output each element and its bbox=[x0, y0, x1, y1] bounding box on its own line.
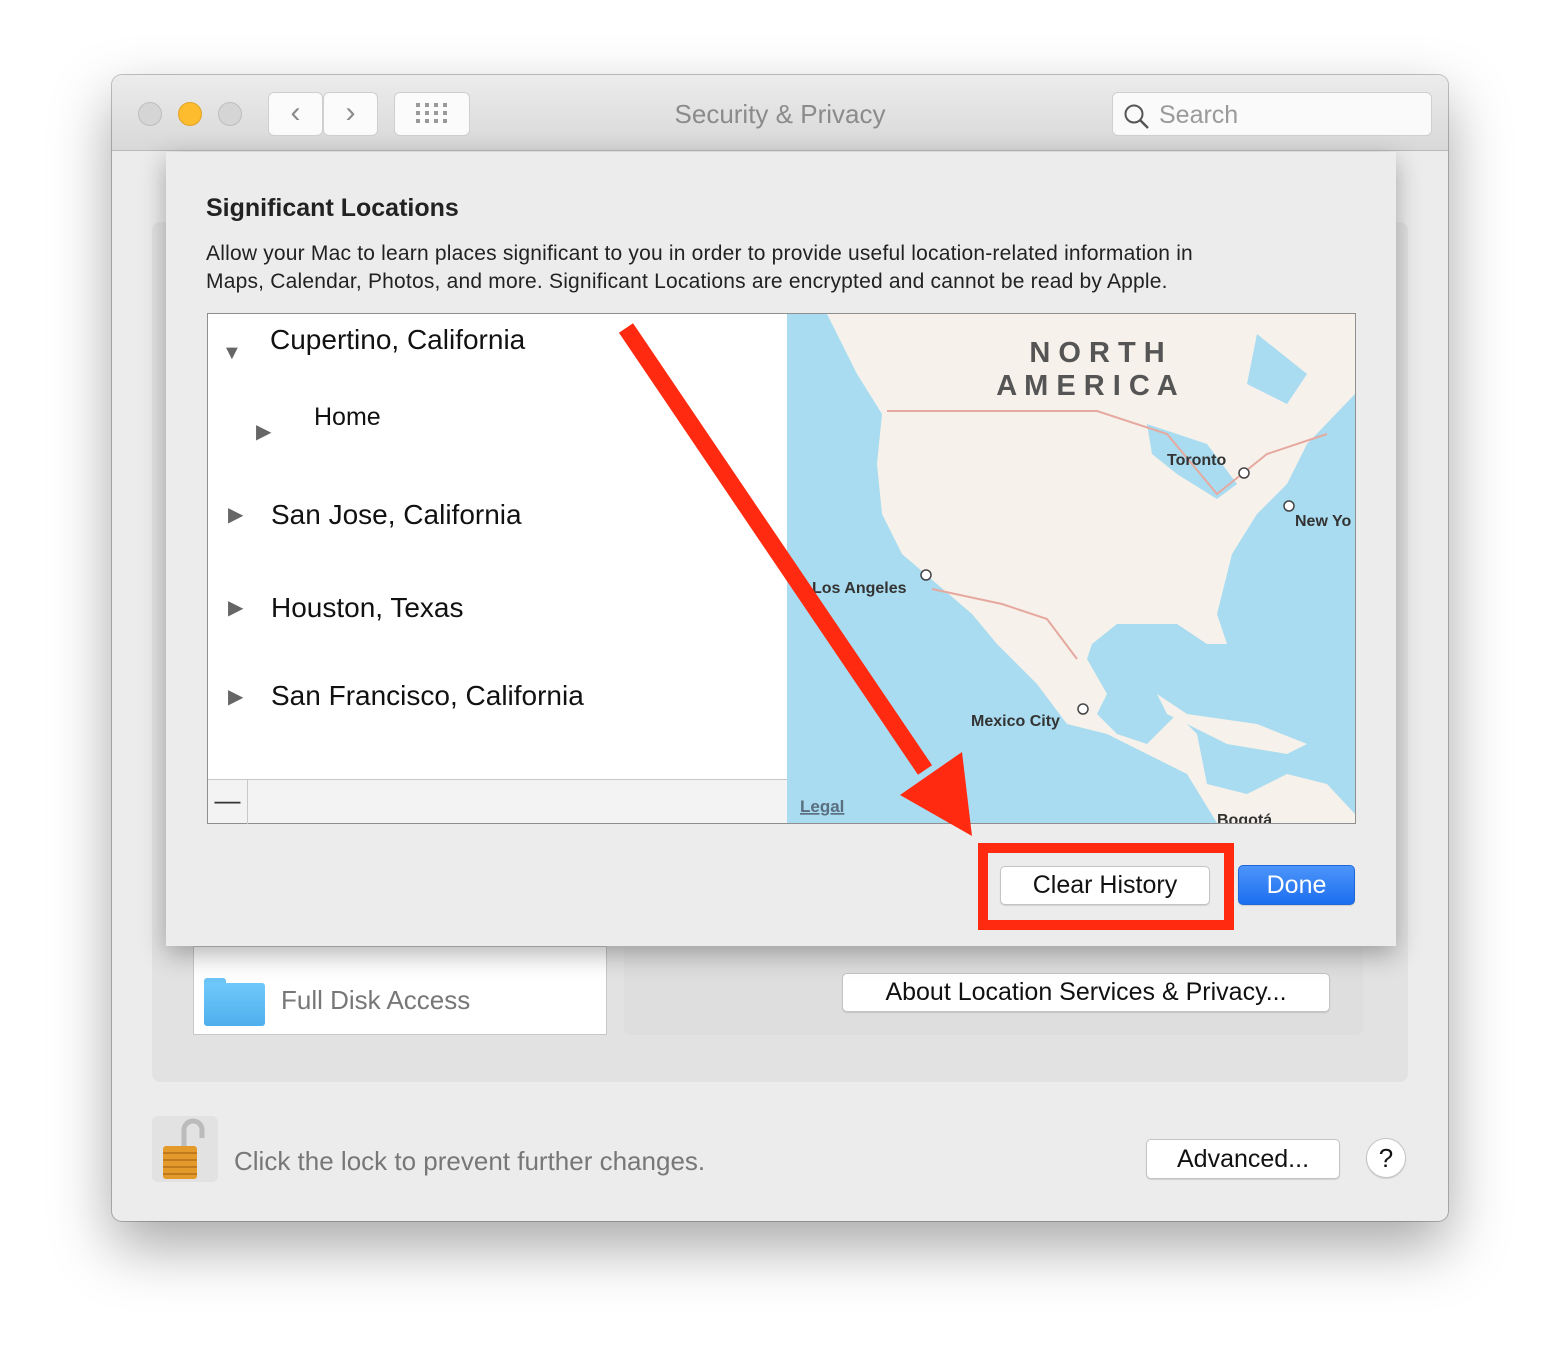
annotation-arrow bbox=[618, 323, 972, 836]
